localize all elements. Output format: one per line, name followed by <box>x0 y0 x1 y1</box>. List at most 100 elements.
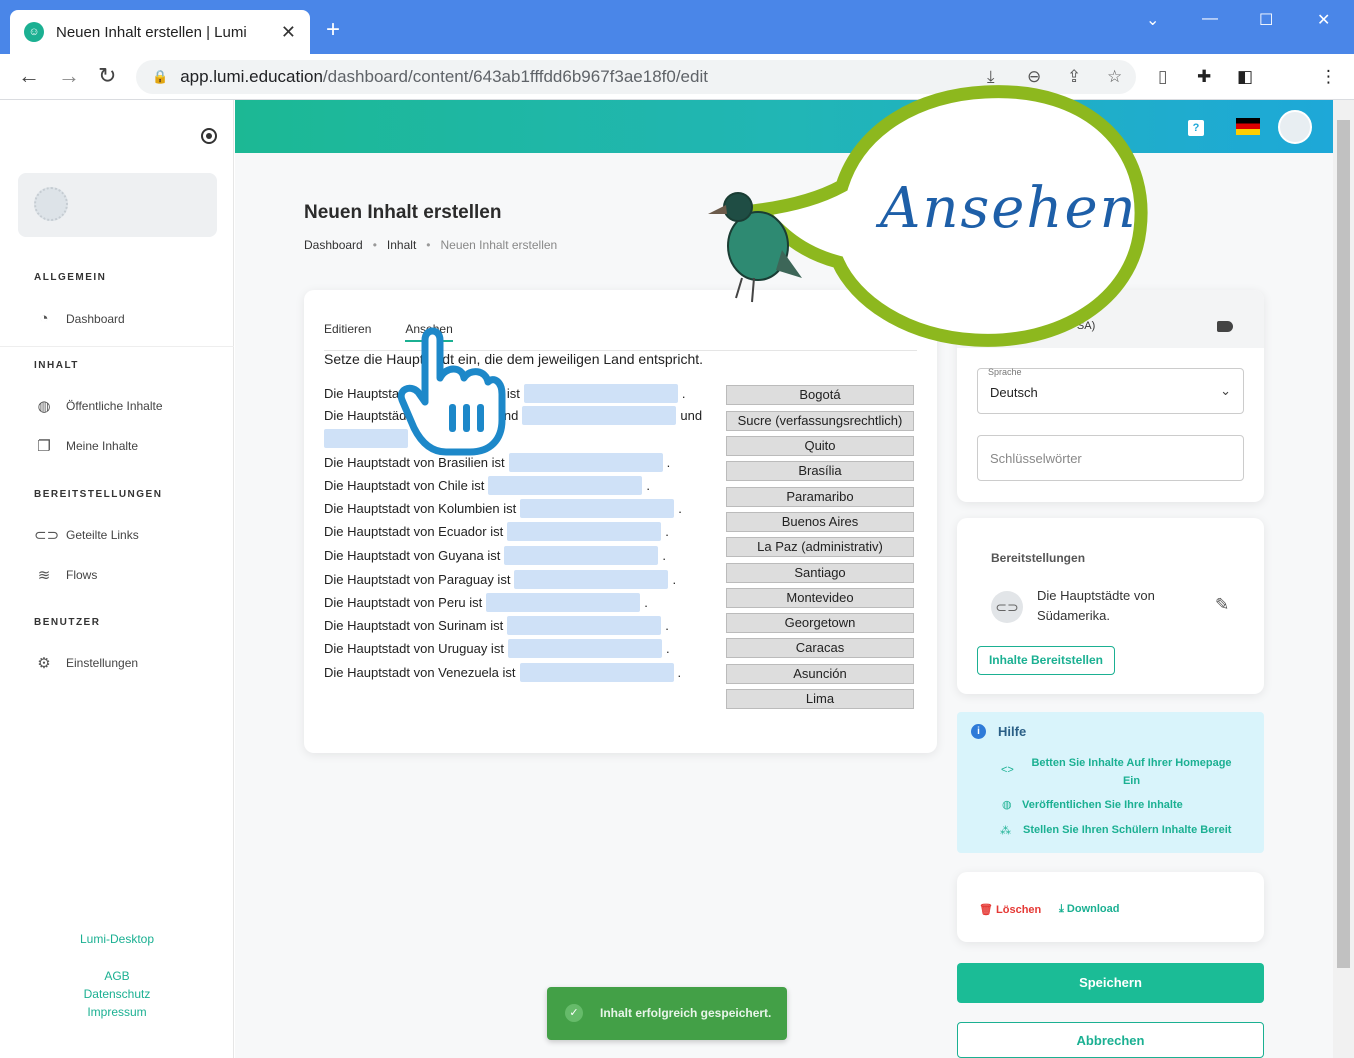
german-flag-icon[interactable] <box>1236 118 1260 135</box>
deploy-content-button[interactable]: Inhalte Bereitstellen <box>977 646 1115 675</box>
sidebar-item-my-content[interactable]: ❐ Meine Inhalte <box>34 437 138 455</box>
tab-ansehen[interactable]: Ansehen <box>405 322 453 342</box>
draggable-answer[interactable]: Bogotá <box>726 385 914 405</box>
browser-toolbar: ← → ↻ 🔒 app.lumi.education/dashboard/con… <box>0 54 1354 100</box>
drop-zone[interactable] <box>522 406 677 425</box>
share-icon[interactable]: ⇪ <box>1067 66 1081 88</box>
drop-zone[interactable] <box>504 546 659 565</box>
privacy-link[interactable]: Datenschutz <box>0 987 234 1001</box>
breadcrumb-dashboard[interactable]: Dashboard <box>304 238 363 252</box>
deployment-name[interactable]: Die Hauptstädte von Südamerika. <box>1037 586 1177 626</box>
download-button[interactable]: ⤓ Download <box>1059 903 1119 916</box>
scrollbar-thumb[interactable] <box>1337 120 1350 968</box>
draggable-answer[interactable]: Buenos Aires <box>726 512 914 532</box>
sentence-row: Die Hauptstädte von Bolivien sind und <box>324 406 703 425</box>
drop-zone[interactable] <box>324 429 408 448</box>
toast-message: Inhalt erfolgreich gespeichert. <box>600 1006 772 1020</box>
sidebar-section-allgemein: ALLGEMEIN <box>34 272 107 283</box>
help-icon[interactable]: ? <box>1188 120 1204 136</box>
side-panel-icon[interactable]: ◧ <box>1237 66 1253 88</box>
drop-zone[interactable] <box>488 476 643 495</box>
extensions-puzzle-icon[interactable]: ✚ <box>1197 66 1211 88</box>
install-app-icon[interactable]: ⤓ <box>987 66 995 88</box>
sidebar-item-dashboard[interactable]: ◔ Dashboard <box>34 310 124 327</box>
lumi-desktop-link[interactable]: Lumi-Desktop <box>0 932 234 946</box>
draggable-answer[interactable]: Brasília <box>726 461 914 481</box>
save-button[interactable]: Speichern <box>957 963 1264 1003</box>
draggable-answer[interactable]: Santiago <box>726 563 914 583</box>
drop-zone[interactable] <box>486 593 641 612</box>
sidebar-item-flows[interactable]: ≋ Flows <box>34 566 98 584</box>
browser-menu-icon[interactable]: ⋮ <box>1320 66 1337 88</box>
help-link-embed[interactable]: Betten Sie Inhalte Auf Ihrer Homepage Ei… <box>1029 754 1234 790</box>
reload-icon[interactable]: ↻ <box>98 64 116 88</box>
new-tab-icon[interactable]: + <box>326 18 340 42</box>
draggable-answer[interactable]: Asunción <box>726 664 914 684</box>
keywords-placeholder: Schlüsselwörter <box>990 451 1082 466</box>
zoom-out-icon[interactable]: ⊖ <box>1027 66 1041 88</box>
drop-zone[interactable] <box>514 570 669 589</box>
edit-pencil-icon[interactable]: ✎ <box>1215 595 1229 615</box>
draggable-answer[interactable]: Quito <box>726 436 914 456</box>
draggable-answer[interactable]: Paramaribo <box>726 487 914 507</box>
sidebar-section-benutzer: BENUTZER <box>34 617 101 628</box>
copy-icon: ❐ <box>37 438 51 455</box>
tab-search-icon[interactable]: ⌄ <box>1146 10 1159 30</box>
bookmark-star-icon[interactable]: ☆ <box>1107 66 1122 88</box>
agb-link[interactable]: AGB <box>0 969 234 983</box>
help-title: Hilfe <box>998 724 1027 739</box>
help-link-publish[interactable]: Veröffentlichen Sie Ihre Inhalte <box>1022 799 1183 811</box>
minimize-icon[interactable]: — <box>1202 10 1218 28</box>
check-circle-icon: ✓ <box>565 1004 583 1022</box>
language-select[interactable]: Sprache Deutsch ⌄ <box>977 367 1244 414</box>
success-toast: ✓ Inhalt erfolgreich gespeichert. <box>547 987 787 1040</box>
draggable-answer[interactable]: Lima <box>726 689 914 709</box>
address-bar[interactable]: 🔒 app.lumi.education/dashboard/content/6… <box>136 60 1136 94</box>
draggable-answer[interactable]: Montevideo <box>726 588 914 608</box>
breadcrumb-inhalt[interactable]: Inhalt <box>387 238 416 252</box>
close-window-icon[interactable]: ✕ <box>1317 10 1330 30</box>
page-scrollbar[interactable] <box>1333 100 1354 1058</box>
sidebar-item-shared-links[interactable]: ⊂⊃ Geteilte Links <box>34 526 139 544</box>
browser-tab[interactable]: ☺ Neuen Inhalt erstellen | Lumi ✕ <box>10 10 310 54</box>
tab-editieren[interactable]: Editieren <box>324 322 371 342</box>
draggable-answer[interactable]: Caracas <box>726 638 914 658</box>
sidebar-item-settings[interactable]: ⚙ Einstellungen <box>34 654 138 672</box>
sidebar-divider <box>0 346 234 347</box>
sentence-row: Die Hauptstadt von Guyana ist. <box>324 546 666 565</box>
drop-zone[interactable] <box>520 499 675 518</box>
sentence-row: Die Hauptstadt von Uruguay ist. <box>324 639 670 658</box>
drop-zone[interactable] <box>507 639 662 658</box>
label-tag-icon[interactable] <box>1217 321 1233 332</box>
maximize-icon[interactable]: ☐ <box>1259 10 1273 30</box>
avatar[interactable] <box>1278 110 1312 144</box>
close-tab-icon[interactable]: ✕ <box>281 22 296 43</box>
deployments-title: Bereitstellungen <box>991 551 1086 565</box>
delete-button[interactable]: 🗑 Löschen <box>979 903 1041 916</box>
globe-icon: ◍ <box>37 398 51 415</box>
drop-zone[interactable] <box>519 663 674 682</box>
help-link-students[interactable]: Stellen Sie Ihren Schülern Inhalte Berei… <box>1023 824 1231 836</box>
cancel-button[interactable]: Abbrechen <box>957 1022 1264 1058</box>
gear-icon: ⚙ <box>37 655 51 672</box>
sidebar: ALLGEMEIN ◔ Dashboard INHALT ◍ Öffentlic… <box>0 100 234 1058</box>
sentence-row: Die Hauptstadt von Chile ist. <box>324 476 651 495</box>
drop-zone[interactable] <box>507 616 662 635</box>
draggable-answer[interactable]: Georgetown <box>726 613 914 633</box>
draggable-answer[interactable]: La Paz (administrativ) <box>726 537 914 557</box>
document-extension-icon[interactable]: ▯ <box>1158 66 1167 88</box>
imprint-link[interactable]: Impressum <box>0 1005 234 1019</box>
sidebar-toggle-icon[interactable] <box>201 128 217 144</box>
drop-zone[interactable] <box>523 384 678 403</box>
sidebar-user-card[interactable] <box>18 173 217 237</box>
back-icon[interactable]: ← <box>18 64 40 88</box>
speech-bubble-text: Ansehen <box>880 176 1138 241</box>
forward-icon[interactable]: → <box>58 64 80 88</box>
breadcrumb: Dashboard • Inhalt • Neuen Inhalt erstel… <box>304 238 557 252</box>
download-icon: ⤓ <box>1059 903 1067 915</box>
keywords-input[interactable]: Schlüsselwörter <box>977 435 1244 481</box>
sidebar-item-public-content[interactable]: ◍ Öffentliche Inhalte <box>34 397 162 415</box>
draggable-answer[interactable]: Sucre (verfassungsrechtlich) <box>726 411 914 431</box>
drop-zone[interactable] <box>508 453 663 472</box>
drop-zone[interactable] <box>507 522 662 541</box>
